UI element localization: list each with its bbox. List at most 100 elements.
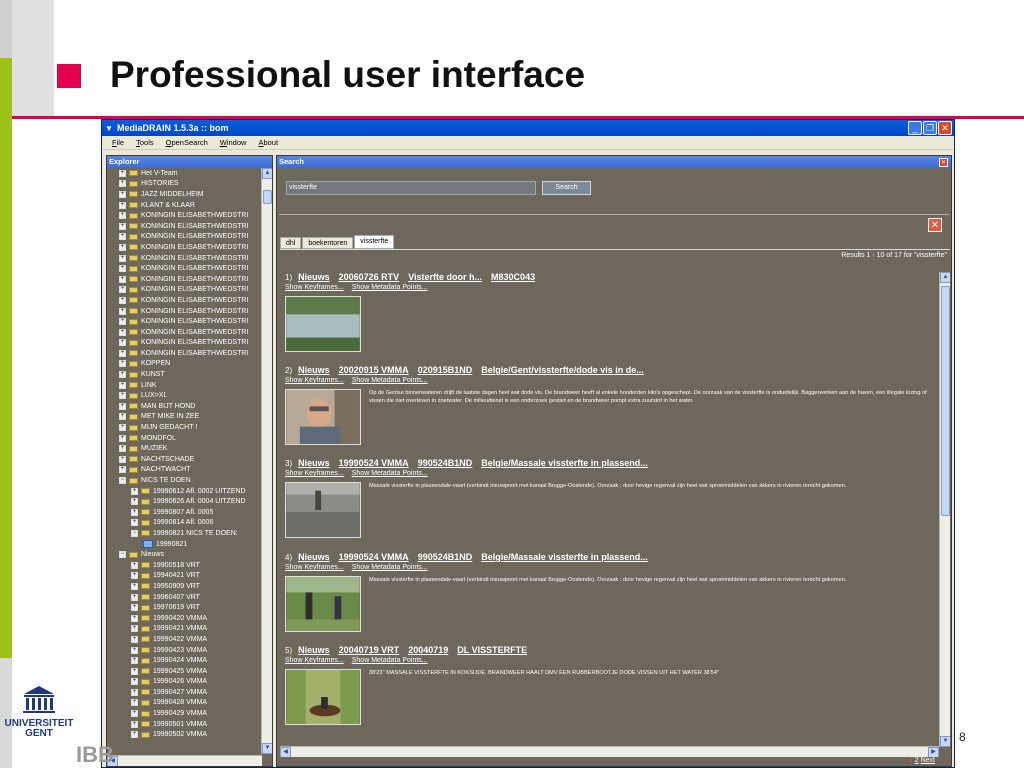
search-panel-close-icon[interactable]: ✕	[939, 158, 948, 167]
expand-icon[interactable]: +	[131, 498, 138, 506]
result-link[interactable]: 20040719	[408, 645, 448, 655]
expand-icon[interactable]: +	[119, 180, 126, 188]
minimize-icon[interactable]: _	[908, 121, 922, 135]
keyframe-thumbnail[interactable]	[285, 576, 361, 632]
tree-item[interactable]: +19990814 Afl. 0006	[107, 518, 262, 529]
tree-item[interactable]: + LINK	[107, 380, 262, 391]
tree-item[interactable]: +19990612 Afl. 0002 UITZEND	[107, 486, 262, 497]
expand-icon[interactable]: +	[131, 593, 138, 601]
show-metadata-link[interactable]: Show Metadata Points...	[352, 657, 428, 664]
show-metadata-link[interactable]: Show Metadata Points...	[352, 470, 428, 477]
expand-icon[interactable]: +	[131, 582, 138, 590]
expand-icon[interactable]: +	[119, 360, 126, 368]
result-link[interactable]: Nieuws	[298, 552, 330, 562]
tree-item[interactable]: + KONINGIN ELISABETHWEDSTRI	[107, 316, 262, 327]
expand-icon[interactable]: +	[131, 657, 138, 665]
result-link[interactable]: Belgie/Gent/vissterfte/dode vis in de...	[481, 365, 644, 375]
scroll-up-icon[interactable]: ▲	[262, 168, 272, 179]
result-link[interactable]: 20020915 VMMA	[339, 365, 409, 375]
tab-boekentoren[interactable]: boekentoren	[302, 237, 354, 249]
menu-file[interactable]: File	[112, 138, 124, 147]
collapse-icon[interactable]: −	[119, 551, 126, 559]
menu-opensearch[interactable]: OpenSearch	[166, 138, 208, 147]
expand-icon[interactable]: +	[119, 339, 126, 347]
show-metadata-link[interactable]: Show Metadata Points...	[352, 564, 428, 571]
result-link[interactable]: DL VISSTERFTE	[457, 645, 527, 655]
expand-icon[interactable]: +	[119, 328, 126, 336]
tree-item[interactable]: + KONINGIN ELISABETHWEDSTRI	[107, 263, 262, 274]
expand-icon[interactable]: +	[119, 392, 126, 400]
tree-item[interactable]: +19900518 VRT	[107, 560, 262, 571]
show-keyframes-link[interactable]: Show Keyframes...	[285, 564, 344, 571]
restore-icon[interactable]: ❐	[923, 121, 937, 135]
explorer-vscrollbar[interactable]: ▲ ▼	[261, 168, 272, 754]
explorer-scroll-thumb[interactable]	[263, 190, 272, 204]
tree-item[interactable]: +19970619 VRT	[107, 602, 262, 613]
show-metadata-link[interactable]: Show Metadata Points...	[352, 377, 428, 384]
tree-item[interactable]: +19990424 VMMA	[107, 655, 262, 666]
expand-icon[interactable]: +	[131, 699, 138, 707]
result-link[interactable]: 20040719 VRT	[339, 645, 400, 655]
tree-item[interactable]: + HISTORIES	[107, 179, 262, 190]
keyframe-thumbnail[interactable]	[285, 669, 361, 725]
results-scroll-thumb[interactable]	[941, 286, 950, 516]
expand-icon[interactable]: +	[119, 413, 126, 421]
result-link[interactable]: Nieuws	[298, 272, 330, 282]
tree-item[interactable]: + KLANT & KLAAR	[107, 200, 262, 211]
menu-window[interactable]: Window	[220, 138, 247, 147]
search-input[interactable]: vissterfte	[286, 181, 536, 195]
expand-icon[interactable]: +	[131, 561, 138, 569]
result-link[interactable]: Belgie/Massale vissterfte in plassend...	[481, 458, 648, 468]
tree-item[interactable]: + Het V-Team	[107, 168, 262, 179]
expand-icon[interactable]: +	[119, 402, 126, 410]
expand-icon[interactable]: +	[119, 233, 126, 241]
tree-item[interactable]: + KONINGIN ELISABETHWEDSTRI	[107, 242, 262, 253]
search-button[interactable]: Search	[542, 181, 591, 195]
tree-item[interactable]: +19990807 Afl. 0005	[107, 507, 262, 518]
tree-item[interactable]: + KONINGIN ELISABETHWEDSTRI	[107, 306, 262, 317]
scroll-down-icon[interactable]: ▼	[262, 743, 272, 754]
result-link[interactable]: M830C043	[491, 272, 535, 282]
expand-icon[interactable]: +	[131, 614, 138, 622]
window-titlebar[interactable]: ▼ MediaDRAIN 1.5.3a :: bom	[102, 120, 954, 136]
expand-icon[interactable]: +	[131, 731, 138, 739]
menu-tools[interactable]: Tools	[136, 138, 154, 147]
expand-icon[interactable]: +	[119, 201, 126, 209]
expand-icon[interactable]: +	[119, 243, 126, 251]
tree-item[interactable]: + MONDFOL	[107, 433, 262, 444]
keyframe-thumbnail[interactable]	[285, 482, 361, 538]
tree-item[interactable]: + NACHTSCHADE	[107, 454, 262, 465]
tree-item[interactable]: +19990423 VMMA	[107, 645, 262, 656]
expand-icon[interactable]: +	[119, 445, 126, 453]
expand-icon[interactable]: +	[119, 307, 126, 315]
expand-icon[interactable]: +	[119, 466, 126, 474]
tree-item[interactable]: + KONINGIN ELISABETHWEDSTRI	[107, 338, 262, 349]
expand-icon[interactable]: +	[119, 381, 126, 389]
expand-icon[interactable]: +	[119, 212, 126, 220]
expand-icon[interactable]: +	[131, 678, 138, 686]
expand-icon[interactable]: +	[119, 190, 126, 198]
tree-item[interactable]: +19950909 VRT	[107, 581, 262, 592]
tree-item[interactable]: + KONINGIN ELISABETHWEDSTRI	[107, 221, 262, 232]
tree-item[interactable]: +19990428 VMMA	[107, 698, 262, 709]
result-link[interactable]: 20060726 RTV	[339, 272, 400, 282]
tree-item[interactable]: + KONINGIN ELISABETHWEDSTRI	[107, 232, 262, 243]
expand-icon[interactable]: +	[119, 318, 126, 326]
pager-next[interactable]: Next	[921, 757, 935, 764]
result-link[interactable]: Visterfte door h...	[408, 272, 482, 282]
expand-icon[interactable]: +	[131, 604, 138, 612]
tree-item[interactable]: 19990821	[107, 539, 262, 550]
tree-item[interactable]: − 19990821 NICS TE DOEN:	[107, 528, 262, 539]
results-hscrollbar[interactable]: ◀ ▶	[280, 746, 939, 757]
tree-item[interactable]: +19990422 VMMA	[107, 634, 262, 645]
explorer-hscrollbar[interactable]: ◀	[107, 755, 262, 766]
scroll-right-icon[interactable]: ▶	[928, 747, 939, 757]
expand-icon[interactable]: +	[131, 519, 138, 527]
collapse-icon[interactable]: −	[119, 477, 126, 485]
show-keyframes-link[interactable]: Show Keyframes...	[285, 377, 344, 384]
expand-icon[interactable]: +	[131, 720, 138, 728]
tree-item[interactable]: +19990420 VMMA	[107, 613, 262, 624]
tree-item[interactable]: + KUNST	[107, 369, 262, 380]
expand-icon[interactable]: +	[131, 667, 138, 675]
show-keyframes-link[interactable]: Show Keyframes...	[285, 657, 344, 664]
